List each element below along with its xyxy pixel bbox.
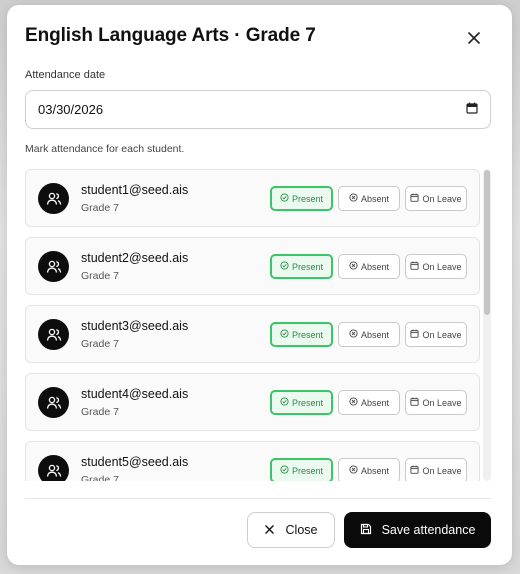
student-row: student5@seed.ais Grade 7 Present Absent On … — [25, 441, 480, 481]
x-circle-icon — [349, 397, 358, 408]
student-email: student5@seed.ais — [81, 455, 189, 469]
attendance-dialog: English Language Arts · Grade 7 Attendan… — [7, 5, 512, 565]
student-grade: Grade 7 — [81, 406, 119, 418]
check-circle-icon — [280, 397, 289, 408]
absent-button[interactable]: Absent — [338, 254, 400, 279]
calendar-icon — [410, 465, 420, 476]
on-leave-button[interactable]: On Leave — [405, 186, 467, 211]
calendar-icon — [410, 329, 420, 340]
student-list: student1@seed.ais Grade 7 Present Absent On … — [25, 169, 491, 481]
attendance-date-input[interactable]: 03/30/2026 — [25, 90, 491, 129]
absent-label: Absent — [360, 193, 390, 204]
scrollbar[interactable] — [483, 169, 491, 481]
absent-button[interactable]: Absent — [338, 322, 400, 347]
student-grade: Grade 7 — [81, 202, 119, 214]
student-email: student4@seed.ais — [81, 387, 189, 401]
student-email: student2@seed.ais — [81, 251, 189, 265]
student-email: student3@seed.ais — [81, 319, 189, 333]
calendar-icon — [410, 193, 420, 204]
x-circle-icon — [349, 261, 358, 272]
x-circle-icon — [349, 329, 358, 340]
instruction-text: Mark attendance for each student. — [25, 143, 185, 155]
calendar-icon[interactable] — [466, 102, 478, 117]
present-button[interactable]: Present — [270, 254, 333, 279]
student-row: student1@seed.ais Grade 7 Present Absent On … — [25, 169, 480, 227]
close-icon[interactable] — [463, 27, 485, 49]
on-leave-button[interactable]: On Leave — [405, 322, 467, 347]
close-button[interactable]: Close — [247, 512, 335, 548]
calendar-icon — [410, 261, 420, 272]
scrollbar-thumb[interactable] — [484, 170, 490, 315]
close-icon — [264, 523, 274, 537]
on-leave-label: On Leave — [422, 329, 462, 340]
present-label: Present — [291, 397, 324, 408]
users-icon — [38, 319, 69, 350]
student-grade: Grade 7 — [81, 338, 119, 350]
student-row: student4@seed.ais Grade 7 Present Absent On … — [25, 373, 480, 431]
check-circle-icon — [280, 465, 289, 476]
attendance-date-label: Attendance date — [25, 69, 106, 81]
absent-label: Absent — [360, 465, 390, 476]
calendar-icon — [410, 397, 420, 408]
x-circle-icon — [349, 193, 358, 204]
footer-divider — [25, 498, 491, 499]
close-button-label: Close — [285, 523, 318, 537]
present-label: Present — [291, 261, 324, 272]
present-button[interactable]: Present — [270, 390, 333, 415]
absent-button[interactable]: Absent — [338, 390, 400, 415]
on-leave-button[interactable]: On Leave — [405, 458, 467, 481]
users-icon — [38, 387, 69, 418]
save-icon — [360, 523, 372, 538]
check-circle-icon — [280, 261, 289, 272]
student-email: student1@seed.ais — [81, 183, 189, 197]
present-button[interactable]: Present — [270, 322, 333, 347]
check-circle-icon — [280, 193, 289, 204]
absent-label: Absent — [360, 261, 390, 272]
absent-button[interactable]: Absent — [338, 458, 400, 481]
student-row: student2@seed.ais Grade 7 Present Absent On … — [25, 237, 480, 295]
student-grade: Grade 7 — [81, 474, 119, 481]
present-label: Present — [291, 465, 324, 476]
student-row: student3@seed.ais Grade 7 Present Absent On … — [25, 305, 480, 363]
present-label: Present — [291, 193, 324, 204]
on-leave-button[interactable]: On Leave — [405, 390, 467, 415]
absent-label: Absent — [360, 329, 390, 340]
student-grade: Grade 7 — [81, 270, 119, 282]
users-icon — [38, 251, 69, 282]
dialog-title: English Language Arts · Grade 7 — [25, 25, 316, 46]
present-button[interactable]: Present — [270, 186, 333, 211]
save-attendance-button[interactable]: Save attendance — [344, 512, 491, 548]
present-label: Present — [291, 329, 324, 340]
users-icon — [38, 455, 69, 481]
users-icon — [38, 183, 69, 214]
present-button[interactable]: Present — [270, 458, 333, 481]
x-circle-icon — [349, 465, 358, 476]
attendance-date-value: 03/30/2026 — [38, 102, 104, 117]
on-leave-label: On Leave — [422, 261, 462, 272]
save-button-label: Save attendance — [381, 523, 476, 537]
on-leave-label: On Leave — [422, 193, 462, 204]
check-circle-icon — [280, 329, 289, 340]
absent-label: Absent — [360, 397, 390, 408]
on-leave-label: On Leave — [422, 465, 462, 476]
absent-button[interactable]: Absent — [338, 186, 400, 211]
on-leave-button[interactable]: On Leave — [405, 254, 467, 279]
on-leave-label: On Leave — [422, 397, 462, 408]
